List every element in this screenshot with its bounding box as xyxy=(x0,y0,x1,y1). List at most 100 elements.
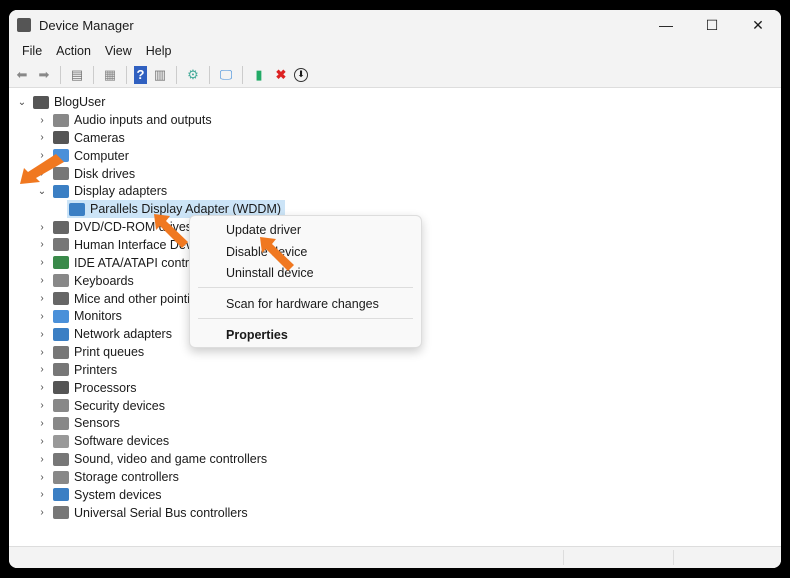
tree-item-label: Storage controllers xyxy=(74,470,179,484)
chevron-right-icon[interactable]: › xyxy=(35,115,49,126)
menu-item-uninstall-device[interactable]: Uninstall device xyxy=(226,266,314,280)
chevron-right-icon[interactable]: › xyxy=(35,329,49,340)
chevron-right-icon[interactable]: › xyxy=(35,364,49,375)
menu-action[interactable]: Action xyxy=(49,44,98,58)
chevron-right-icon[interactable]: › xyxy=(35,436,49,447)
device-category-icon xyxy=(53,488,69,502)
tree-item-label: Cameras xyxy=(74,130,125,145)
divider xyxy=(198,318,413,319)
tree-item[interactable]: › Storage controllers xyxy=(35,468,179,486)
device-category-icon xyxy=(53,416,69,430)
device-category-icon xyxy=(53,292,69,305)
chevron-right-icon[interactable]: › xyxy=(35,275,49,286)
maximize-button[interactable]: ☐ xyxy=(689,10,735,40)
toolbar: ⬅ ➡ ▤ ▦ ? ▥ ⚙ 🖵 ▮ ✖ ⬇ xyxy=(9,62,781,88)
menu-item-disable-device[interactable]: Disable device xyxy=(226,245,307,259)
tree-item[interactable]: › DVD/CD-ROM drives xyxy=(35,218,192,236)
menu-view[interactable]: View xyxy=(98,44,139,58)
tree-item[interactable]: › Sensors xyxy=(35,414,120,432)
tree-item-label: Universal Serial Bus controllers xyxy=(74,505,248,520)
tree-item[interactable]: › Printers xyxy=(35,361,117,379)
tree-root[interactable]: ⌄ BlogUser xyxy=(15,93,106,111)
download-icon[interactable]: ⬇ xyxy=(294,67,308,82)
tree-item[interactable]: › Sound, video and game controllers xyxy=(35,450,267,468)
properties-icon[interactable]: ▦ xyxy=(101,66,119,84)
tree-item[interactable]: › Processors xyxy=(35,379,137,397)
menu-file[interactable]: File xyxy=(15,44,49,58)
divider xyxy=(176,65,177,84)
tree-item[interactable]: › Monitors xyxy=(35,307,122,325)
device-category-icon xyxy=(53,131,69,145)
chevron-right-icon[interactable]: › xyxy=(35,347,49,358)
device-category-icon xyxy=(53,256,69,270)
tree-root-label: BlogUser xyxy=(54,95,106,109)
tree-item[interactable]: › Keyboards xyxy=(35,272,133,290)
chevron-right-icon[interactable]: › xyxy=(35,400,49,411)
minimize-button[interactable]: — xyxy=(643,10,689,40)
tree-item[interactable]: › System devices xyxy=(35,486,161,504)
chevron-right-icon[interactable]: › xyxy=(35,418,49,429)
chevron-right-icon[interactable]: › xyxy=(35,382,49,393)
add-driver-icon[interactable]: ▮ xyxy=(250,66,268,84)
scan-hardware-icon[interactable]: 🖵 xyxy=(217,66,235,84)
tree-item[interactable]: › Human Interface Devices xyxy=(35,236,214,254)
tree-item-label: Software devices xyxy=(74,434,170,449)
tree-item-label: DVD/CD-ROM drives xyxy=(74,220,193,235)
update-driver-icon[interactable]: ⚙ xyxy=(184,66,202,84)
uninstall-icon[interactable]: ✖ xyxy=(272,66,290,84)
close-button[interactable]: ✕ xyxy=(735,10,781,40)
divider xyxy=(209,65,210,84)
device-category-icon xyxy=(53,238,69,252)
chevron-right-icon[interactable]: › xyxy=(35,239,49,250)
device-category-icon xyxy=(53,220,69,234)
chevron-right-icon[interactable]: › xyxy=(35,293,49,304)
tree-item[interactable]: › Disk drives xyxy=(35,165,135,183)
computer-icon xyxy=(33,95,49,109)
chevron-right-icon[interactable]: › xyxy=(35,454,49,465)
menu-item-update-driver[interactable]: Update driver xyxy=(226,223,301,237)
context-menu: Update driver Disable device Uninstall d… xyxy=(189,215,422,348)
tree-item[interactable]: › Network adapters xyxy=(35,325,172,343)
chevron-down-icon[interactable]: ⌄ xyxy=(15,97,29,108)
tree-item[interactable]: › Computer xyxy=(35,147,129,165)
tree-item[interactable]: › Cameras xyxy=(35,129,125,147)
tree-item[interactable]: › Security devices xyxy=(35,397,165,415)
tree-item-label: Sound, video and game controllers xyxy=(74,452,268,467)
menu-item-scan-hardware[interactable]: Scan for hardware changes xyxy=(226,297,379,311)
chevron-right-icon[interactable]: › xyxy=(35,507,49,518)
menu-help[interactable]: Help xyxy=(139,44,179,58)
action-pane-icon[interactable]: ▥ xyxy=(151,66,169,84)
device-category-icon xyxy=(53,309,69,323)
chevron-right-icon[interactable]: › xyxy=(35,132,49,143)
tree-item-label: Processors xyxy=(74,380,137,395)
chevron-right-icon[interactable]: › xyxy=(35,489,49,500)
chevron-right-icon[interactable]: › xyxy=(35,222,49,233)
device-category-icon xyxy=(53,327,69,341)
device-manager-icon xyxy=(17,18,31,32)
tree-item[interactable]: ⌄ Display adapters xyxy=(35,182,167,200)
divider xyxy=(126,65,127,84)
display-adapter-icon xyxy=(69,202,85,216)
tree-item[interactable]: › Print queues xyxy=(35,343,144,361)
device-category-icon xyxy=(53,345,69,359)
show-hide-console-tree-icon[interactable]: ▤ xyxy=(68,66,86,84)
tree-item[interactable]: › Universal Serial Bus controllers xyxy=(35,504,248,522)
tree-item[interactable]: › Audio inputs and outputs xyxy=(35,111,211,129)
divider xyxy=(60,65,61,84)
menu-item-properties[interactable]: Properties xyxy=(226,328,288,342)
back-icon[interactable]: ⬅ xyxy=(13,66,31,84)
device-category-icon xyxy=(53,452,69,466)
help-icon[interactable]: ? xyxy=(134,65,147,84)
device-category-icon xyxy=(53,149,69,163)
tree-item[interactable]: › Software devices xyxy=(35,432,169,450)
device-category-icon xyxy=(53,506,69,520)
chevron-down-icon[interactable]: ⌄ xyxy=(35,186,49,197)
chevron-right-icon[interactable]: › xyxy=(35,472,49,483)
forward-icon[interactable]: ➡ xyxy=(35,66,53,84)
chevron-right-icon[interactable]: › xyxy=(35,150,49,161)
chevron-right-icon[interactable]: › xyxy=(35,257,49,268)
chevron-right-icon[interactable]: › xyxy=(35,311,49,322)
device-category-icon xyxy=(53,113,69,127)
chevron-right-icon[interactable]: › xyxy=(35,168,49,179)
tree-item-label: Sensors xyxy=(74,416,120,431)
